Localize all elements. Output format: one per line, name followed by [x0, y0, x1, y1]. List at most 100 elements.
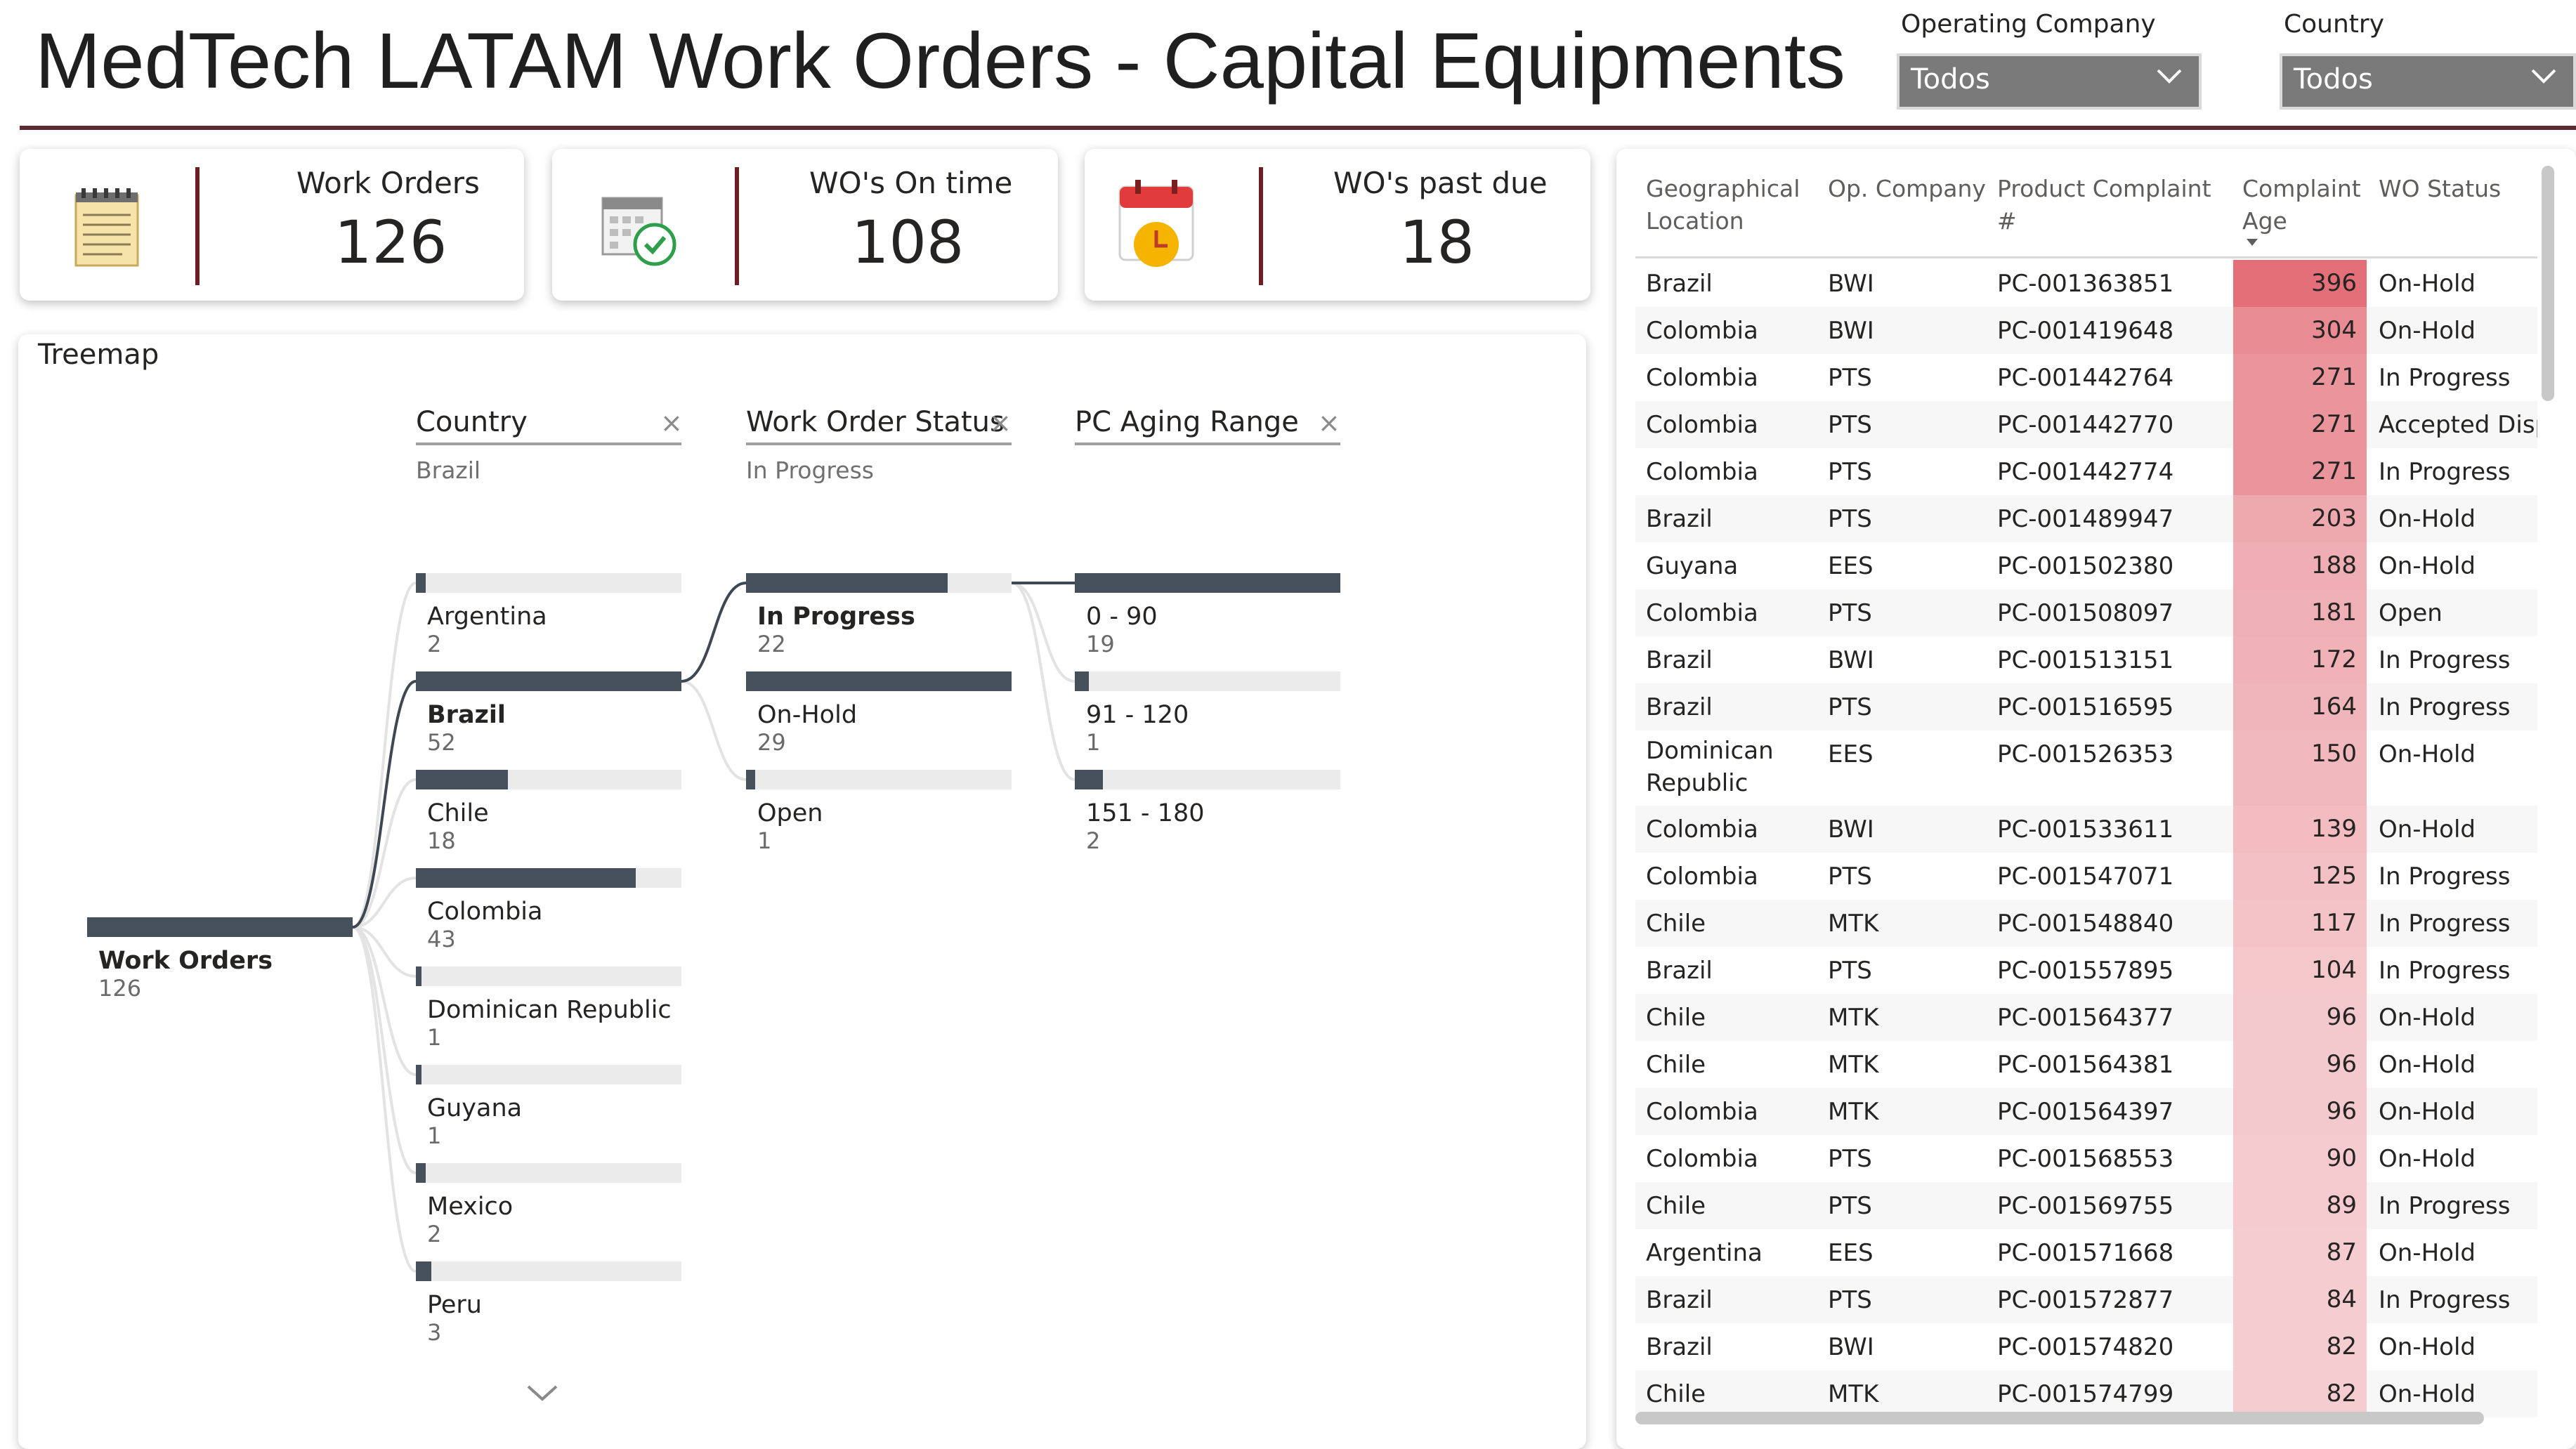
node-bar-fill [746, 573, 948, 593]
table-header-rule [1635, 256, 2537, 258]
horizontal-scrollbar[interactable] [1635, 1412, 2484, 1424]
node-bar [746, 671, 1012, 691]
node-value: 52 [427, 729, 456, 756]
cell-complaint-age: 96 [2233, 994, 2367, 1041]
cell-location: Colombia [1646, 599, 1758, 627]
node-value: 2 [427, 631, 442, 657]
cell-complaint-number: PC-001526353 [1997, 740, 2174, 768]
cell-location: Chile [1646, 1192, 1706, 1220]
column-header-complaint-age[interactable]: Complaint Age [2242, 173, 2362, 237]
node-bar-fill [416, 671, 681, 691]
tree-node-argentina[interactable]: Argentina 2 [416, 573, 681, 657]
column-header-location[interactable]: Geographical Location [1646, 173, 1815, 237]
cell-complaint-number: PC-001547071 [1997, 863, 2174, 891]
node-label: Brazil [427, 701, 506, 729]
cell-wo-status: On-Hold [2379, 505, 2476, 533]
node-bar [1075, 573, 1340, 593]
node-label: Chile [427, 799, 489, 827]
slicer-label-operating-company: Operating Company [1901, 10, 2156, 39]
chevron-down-icon [2531, 69, 2556, 84]
node-bar-fill [1075, 671, 1090, 691]
node-bar [416, 671, 681, 691]
cell-complaint-age: 96 [2233, 1088, 2367, 1135]
cell-location: Brazil [1646, 1333, 1713, 1361]
cell-op-company: BWI [1828, 1333, 1874, 1361]
tree-node-dominican-republic[interactable]: Dominican Republic 1 [416, 966, 681, 1051]
slicer-country[interactable]: Todos [2280, 53, 2576, 110]
cell-location: Chile [1646, 1051, 1706, 1079]
cell-location: Brazil [1646, 505, 1713, 533]
cell-complaint-age: 139 [2233, 806, 2367, 853]
node-label: Work Orders [98, 947, 273, 975]
cell-complaint-number: PC-001564377 [1997, 1004, 2174, 1032]
tree-node-chile[interactable]: Chile 18 [416, 770, 681, 854]
slicer-label-country: Country [2284, 10, 2385, 39]
cell-op-company: PTS [1828, 1145, 1872, 1173]
cell-op-company: EES [1828, 552, 1874, 580]
cell-wo-status: On-Hold [2379, 1239, 2476, 1267]
cell-complaint-number: PC-001442774 [1997, 458, 2174, 486]
cell-wo-status: Accepted Disp [2379, 411, 2537, 439]
node-label: Argentina [427, 603, 547, 631]
slicer-value: Todos [1911, 63, 1990, 96]
cell-wo-status: On-Hold [2379, 1098, 2476, 1126]
cell-op-company: PTS [1828, 863, 1872, 891]
tree-node-colombia[interactable]: Colombia 43 [416, 868, 681, 952]
slicer-operating-company[interactable]: Todos [1897, 53, 2202, 110]
node-bar-fill [416, 770, 508, 789]
node-bar-fill [416, 868, 636, 888]
cell-complaint-number: PC-001508097 [1997, 599, 2174, 627]
node-bar-fill [416, 1163, 426, 1183]
cell-complaint-age: 271 [2233, 401, 2367, 448]
tree-node-aging-0-90[interactable]: 0 - 90 19 [1075, 573, 1340, 657]
cell-location: Brazil [1646, 646, 1713, 674]
node-value: 1 [1086, 729, 1101, 756]
cell-wo-status: On-Hold [2379, 1333, 2476, 1361]
cell-complaint-number: PC-001489947 [1997, 505, 2174, 533]
cell-complaint-age: 125 [2233, 853, 2367, 900]
cell-op-company: MTK [1828, 1051, 1879, 1079]
node-value: 18 [427, 827, 456, 854]
vertical-scrollbar[interactable] [2542, 166, 2554, 401]
cell-location: Colombia [1646, 863, 1758, 891]
tree-node-mexico[interactable]: Mexico 2 [416, 1163, 681, 1247]
cell-wo-status: On-Hold [2379, 740, 2476, 768]
tree-node-aging-91-120[interactable]: 91 - 120 1 [1075, 671, 1340, 756]
tree-node-aging-151-180[interactable]: 151 - 180 2 [1075, 770, 1340, 854]
cell-complaint-number: PC-001574799 [1997, 1380, 2174, 1408]
node-bar [416, 1261, 681, 1281]
cell-wo-status: In Progress [2379, 863, 2511, 891]
tree-node-root[interactable]: Work Orders 126 [87, 917, 353, 1002]
node-bar-fill [416, 1065, 421, 1084]
cell-op-company: EES [1828, 740, 1874, 768]
cell-location: Brazil [1646, 957, 1713, 985]
node-bar-fill [416, 966, 421, 986]
chevron-down-icon[interactable] [525, 1382, 559, 1403]
column-header-complaint-number[interactable]: Product Complaint # [1997, 173, 2229, 237]
node-bar-fill [416, 573, 426, 593]
tree-node-guyana[interactable]: Guyana 1 [416, 1065, 681, 1149]
node-bar [416, 573, 681, 593]
cell-complaint-number: PC-001502380 [1997, 552, 2174, 580]
column-header-op-company[interactable]: Op. Company [1828, 173, 1989, 205]
cell-op-company: PTS [1828, 1286, 1872, 1314]
cell-wo-status: On-Hold [2379, 1380, 2476, 1408]
tree-node-on-hold[interactable]: On-Hold 29 [746, 671, 1012, 756]
node-value: 1 [427, 1122, 442, 1149]
node-bar [1075, 671, 1340, 691]
cell-wo-status: On-Hold [2379, 317, 2476, 345]
cell-location: Chile [1646, 910, 1706, 938]
tree-node-peru[interactable]: Peru 3 [416, 1261, 681, 1346]
cell-op-company: PTS [1828, 458, 1872, 486]
tree-node-in-progress[interactable]: In Progress 22 [746, 573, 1012, 657]
column-header-wo-status[interactable]: WO Status [2379, 173, 2533, 205]
tree-node-open[interactable]: Open 1 [746, 770, 1012, 854]
node-bar [416, 1163, 681, 1183]
chevron-down-icon [2157, 69, 2182, 84]
cell-location: Chile [1646, 1380, 1706, 1408]
tree-node-brazil[interactable]: Brazil 52 [416, 671, 681, 756]
cell-complaint-number: PC-001568553 [1997, 1145, 2174, 1173]
cell-complaint-number: PC-001557895 [1997, 957, 2174, 985]
cell-wo-status: In Progress [2379, 646, 2511, 674]
cell-location: Argentina [1646, 1239, 1763, 1267]
